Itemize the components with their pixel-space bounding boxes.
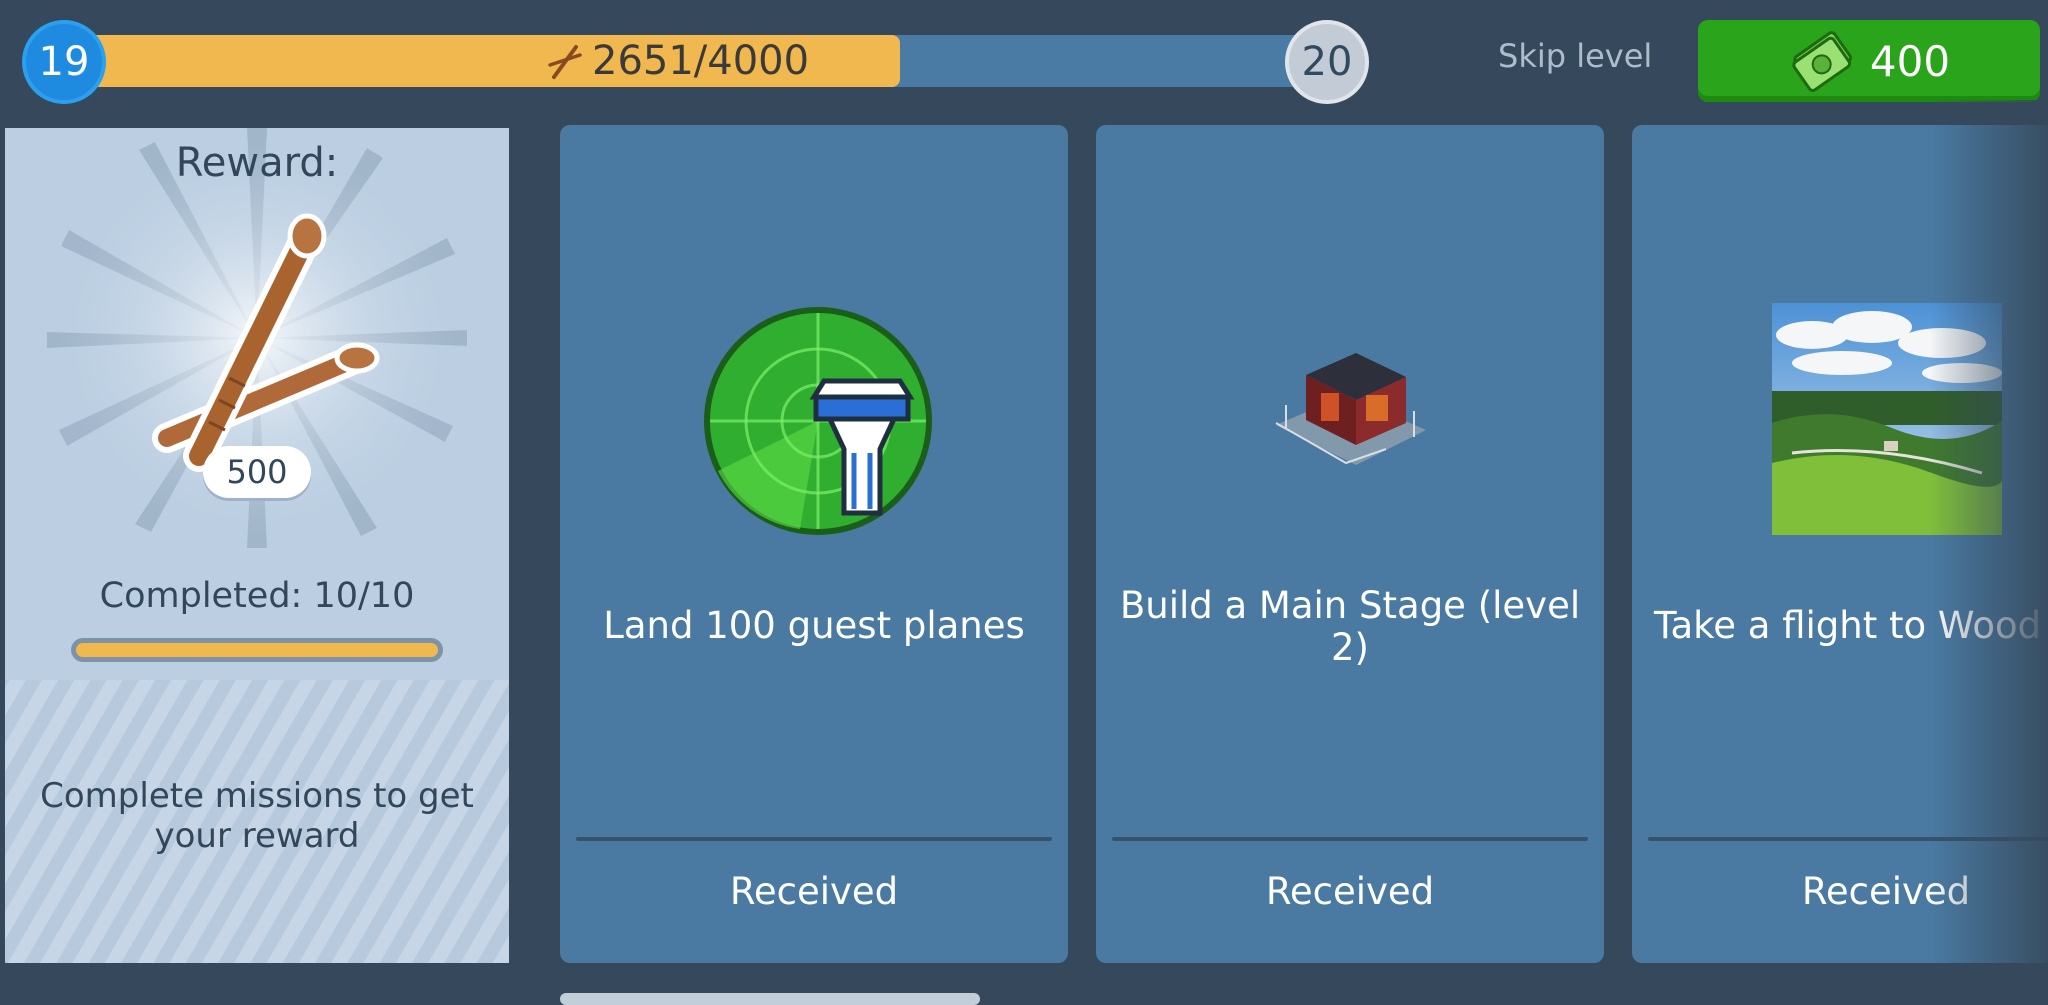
mission-text: Build a Main Stage (level 2) xyxy=(1119,584,1581,669)
skip-level-label: Skip level xyxy=(1498,37,1653,75)
completed-label: Completed: 10/10 xyxy=(99,576,415,616)
completion-bar xyxy=(71,638,443,662)
skip-cost: 400 xyxy=(1869,36,1951,86)
progress-value: 2651/4000 xyxy=(592,38,810,84)
mission-text: Take a flight to Wood xyxy=(1654,604,2042,647)
mission-status: Received xyxy=(1801,870,1971,913)
horizontal-scrollbar[interactable] xyxy=(560,993,980,1005)
completion-fill xyxy=(76,643,438,657)
reward-header: Reward: 500 Completed: 10/10 xyxy=(5,128,509,680)
mission-card[interactable]: Land 100 guest planes Received xyxy=(560,125,1068,963)
reward-hint-area: Complete missions to get your reward xyxy=(5,680,509,963)
mission-status: Received xyxy=(1265,870,1435,913)
progress-label: 2651/4000 xyxy=(548,35,809,87)
mission-status: Received xyxy=(729,870,899,913)
skip-level-button[interactable]: 400 xyxy=(1698,20,2040,102)
reward-count: 500 xyxy=(203,446,311,498)
next-level-badge: 20 xyxy=(1285,20,1369,104)
level-progress-bar: 2651/4000 19 20 Skip level 400 xyxy=(0,0,2048,120)
current-level-badge: 19 xyxy=(22,20,106,104)
cash-icon xyxy=(1792,31,1852,92)
mission-card[interactable]: Build a Main Stage (level 2) Received xyxy=(1096,125,1604,963)
drumsticks-icon xyxy=(152,213,380,472)
reward-hint: Complete missions to get your reward xyxy=(40,776,474,856)
landscape-icon xyxy=(1772,303,2002,535)
control-tower-icon xyxy=(704,307,932,535)
card-divider xyxy=(1648,837,2048,841)
main-stage-icon xyxy=(1275,353,1426,465)
reward-panel: Reward: 500 Completed: 10/10 Complete mi… xyxy=(5,128,509,963)
drumsticks-icon xyxy=(548,45,582,79)
reward-title: Reward: xyxy=(175,140,339,186)
card-divider xyxy=(1112,837,1588,841)
mission-text: Land 100 guest planes xyxy=(603,604,1025,647)
card-divider xyxy=(576,837,1052,841)
mission-card[interactable]: Take a flight to Wood Received xyxy=(1632,125,2048,963)
